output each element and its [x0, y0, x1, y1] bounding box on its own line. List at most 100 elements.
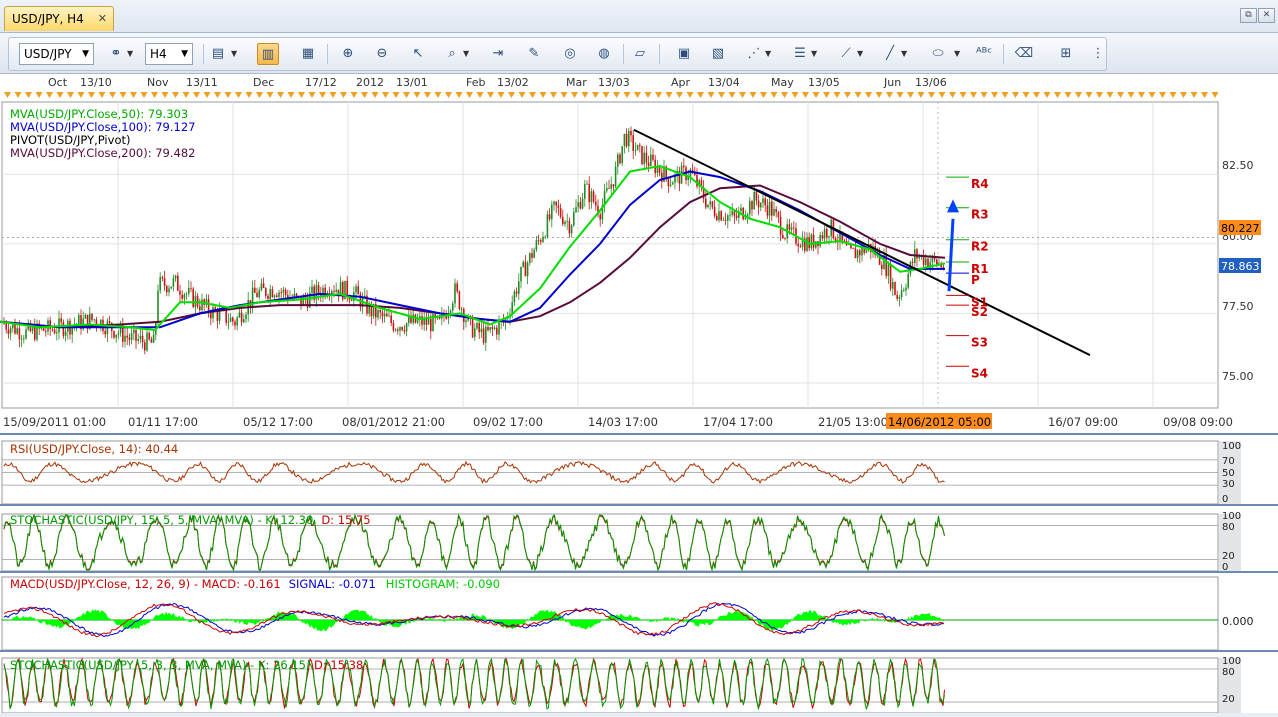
- candle-body: [617, 154, 619, 167]
- eraser-icon[interactable]: ⌫: [1013, 43, 1035, 65]
- chevron-down-icon[interactable]: ▼: [463, 43, 469, 65]
- restore-window-icon[interactable]: ⧉: [1240, 8, 1257, 23]
- cursor-icon[interactable]: ↖: [407, 43, 429, 65]
- candle-body: [243, 319, 245, 323]
- candle-body: [753, 191, 755, 210]
- template-icon[interactable]: ▧: [707, 43, 729, 65]
- fibonacci-icon[interactable]: ⋰: [743, 43, 765, 65]
- candle-body: [190, 288, 192, 289]
- candle-body: [623, 133, 626, 147]
- candle-body: [705, 198, 707, 208]
- search-icon[interactable]: ⌕: [441, 43, 463, 65]
- candle-body: [916, 249, 918, 259]
- candle-body: [478, 323, 480, 333]
- candle-body: [911, 261, 914, 263]
- chevron-down-icon: ▼: [181, 49, 188, 59]
- chart-type-icon[interactable]: ▤: [207, 43, 229, 65]
- y-tick-label: 77.50: [1222, 300, 1254, 313]
- ellipse-icon[interactable]: ⬭: [927, 43, 949, 65]
- candle-body: [485, 326, 487, 343]
- target-icon[interactable]: ◎: [559, 43, 581, 65]
- ruler-icon[interactable]: ▱: [629, 43, 651, 65]
- pivot-label-r4: R4: [971, 177, 989, 191]
- candle-body: [614, 166, 617, 187]
- candle-body: [793, 227, 795, 229]
- pivot-label-s2: S2: [971, 305, 988, 319]
- rsi-tick: 30: [1222, 479, 1235, 490]
- chart-area[interactable]: Oct 13/10 Nov 13/11 Dec 17/12 2012 13/01…: [0, 74, 1278, 715]
- text-tool-icon[interactable]: ᴬᴮᶜ: [973, 43, 995, 65]
- candle-body: [229, 317, 232, 322]
- candle-chart-icon[interactable]: ▥: [257, 43, 279, 65]
- chart-svg[interactable]: Oct 13/10 Nov 13/11 Dec 17/12 2012 13/01…: [0, 74, 1278, 715]
- candle-body: [148, 332, 150, 340]
- candle-body: [273, 295, 276, 298]
- lines-icon[interactable]: ☰: [789, 43, 811, 65]
- more-icon[interactable]: ⋮: [1087, 43, 1109, 65]
- candle-body: [408, 316, 410, 324]
- candle-body: [282, 289, 285, 293]
- link-icon[interactable]: ⚭: [105, 43, 127, 65]
- candle-body: [381, 312, 384, 317]
- stoch5-d-title: D: 15.38: [314, 658, 363, 672]
- candle-body: [150, 339, 153, 343]
- bar-chart-icon[interactable]: ▦: [297, 43, 319, 65]
- timeframe-select[interactable]: H4 ▼: [145, 43, 193, 65]
- candle-body: [632, 135, 634, 151]
- top-axis-label: 13/03: [598, 76, 630, 89]
- candle-body: [383, 313, 386, 317]
- chevron-down-icon[interactable]: ▼: [954, 43, 960, 65]
- candle-body: [491, 327, 494, 329]
- candle-body: [760, 202, 762, 208]
- chevron-down-icon: ▼: [82, 49, 89, 59]
- top-axis-label: 13/01: [396, 76, 428, 89]
- zoom-out-icon[interactable]: ⊖: [371, 43, 393, 65]
- hierarchy-icon[interactable]: ⊞: [1055, 43, 1077, 65]
- candle-body: [562, 216, 564, 225]
- globe-icon[interactable]: ◍: [593, 43, 615, 65]
- candle-body: [636, 144, 639, 151]
- image-icon[interactable]: ▣: [673, 43, 695, 65]
- x-tick-label: 08/01/2012 21:00: [342, 415, 445, 429]
- fit-icon[interactable]: ⇥: [487, 43, 509, 65]
- zoom-in-icon[interactable]: ⊕: [337, 43, 359, 65]
- edit-icon[interactable]: ✎: [523, 43, 545, 65]
- chevron-down-icon[interactable]: ▼: [857, 43, 863, 65]
- candle-body: [350, 299, 353, 301]
- candle-body: [768, 201, 771, 216]
- fan-icon[interactable]: ⟋: [835, 43, 857, 65]
- candle-body: [790, 227, 793, 230]
- candle-body: [196, 296, 199, 307]
- x-tick-label: 17/04 17:00: [703, 415, 773, 429]
- trendline-icon[interactable]: ╱: [879, 43, 901, 65]
- candle-body: [238, 312, 241, 318]
- candle-body: [258, 290, 260, 298]
- close-icon[interactable]: ✕: [98, 7, 107, 31]
- candle-body: [163, 278, 166, 287]
- chevron-down-icon[interactable]: ▼: [765, 43, 771, 65]
- candle-body: [465, 320, 467, 323]
- close-window-icon[interactable]: ✕: [1258, 8, 1275, 23]
- chevron-down-icon[interactable]: ▼: [231, 43, 237, 65]
- candle-body: [84, 314, 87, 319]
- y-tick-label: 75.00: [1222, 370, 1254, 383]
- candle-body: [650, 154, 652, 166]
- candle-body: [245, 314, 247, 320]
- rsi-panel[interactable]: [0, 440, 1278, 506]
- chevron-down-icon[interactable]: ▼: [127, 43, 133, 65]
- candle-body: [905, 287, 907, 291]
- symbol-select[interactable]: USD/JPY ▼: [19, 43, 94, 65]
- candle-body: [639, 144, 641, 147]
- tab-usdjpy-h4[interactable]: USD/JPY, H4 ✕: [4, 6, 114, 31]
- stoch5-tick: 100: [1222, 656, 1241, 667]
- chevron-down-icon[interactable]: ▼: [901, 43, 907, 65]
- candle-body: [775, 209, 777, 213]
- candle-body: [498, 321, 500, 335]
- candle-body: [762, 198, 764, 203]
- candle-body: [427, 318, 430, 325]
- candle-body: [581, 198, 584, 209]
- candle-body: [284, 289, 287, 295]
- chevron-down-icon[interactable]: ▼: [811, 43, 817, 65]
- candle-body: [399, 327, 401, 331]
- candle-body: [377, 310, 379, 318]
